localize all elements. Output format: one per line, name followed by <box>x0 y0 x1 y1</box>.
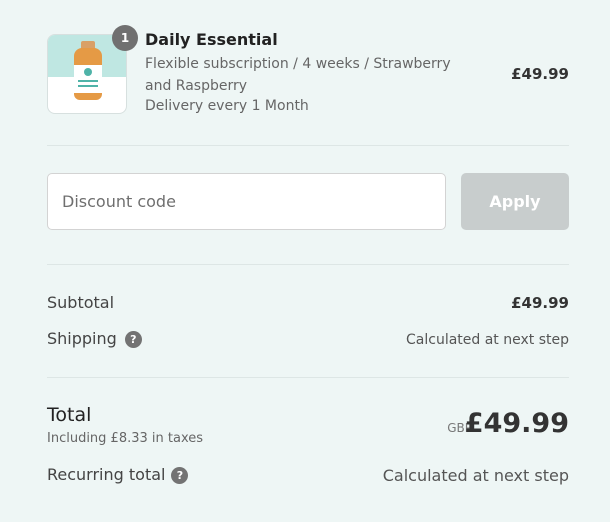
product-name: Daily Essential <box>145 30 278 49</box>
help-icon[interactable]: ? <box>171 467 189 484</box>
recurring-total-label: Recurring total <box>47 465 166 484</box>
product-variant: Flexible subscription / 4 weeks / Strawb… <box>145 56 451 94</box>
shipping-row: Shipping? <box>47 329 142 348</box>
discount-code-input[interactable] <box>47 173 446 230</box>
divider <box>47 377 569 378</box>
help-icon[interactable]: ? <box>124 331 142 348</box>
total-label: Total <box>47 404 92 426</box>
total-amount: £49.99 <box>464 408 569 439</box>
shipping-label: Shipping <box>47 329 117 348</box>
tax-note: Including £8.33 in taxes <box>47 431 204 446</box>
quantity-badge: 1 <box>112 25 138 51</box>
subtotal-label: Subtotal <box>47 293 115 312</box>
apply-button[interactable]: Apply <box>461 173 569 230</box>
recurring-row: Recurring total? <box>47 465 189 484</box>
divider <box>47 264 569 265</box>
divider <box>47 145 569 146</box>
bottle-label <box>74 65 102 93</box>
line-item: 1 Daily Essential Flexible subscription … <box>47 22 569 122</box>
product-price: £49.99 <box>511 65 569 83</box>
subtotal-value: £49.99 <box>511 294 569 312</box>
order-summary: 1 Daily Essential Flexible subscription … <box>47 0 569 522</box>
delivery-frequency: Delivery every 1 Month <box>145 98 309 114</box>
recurring-total-value: Calculated at next step <box>382 466 569 485</box>
shipping-value: Calculated at next step <box>406 332 569 348</box>
